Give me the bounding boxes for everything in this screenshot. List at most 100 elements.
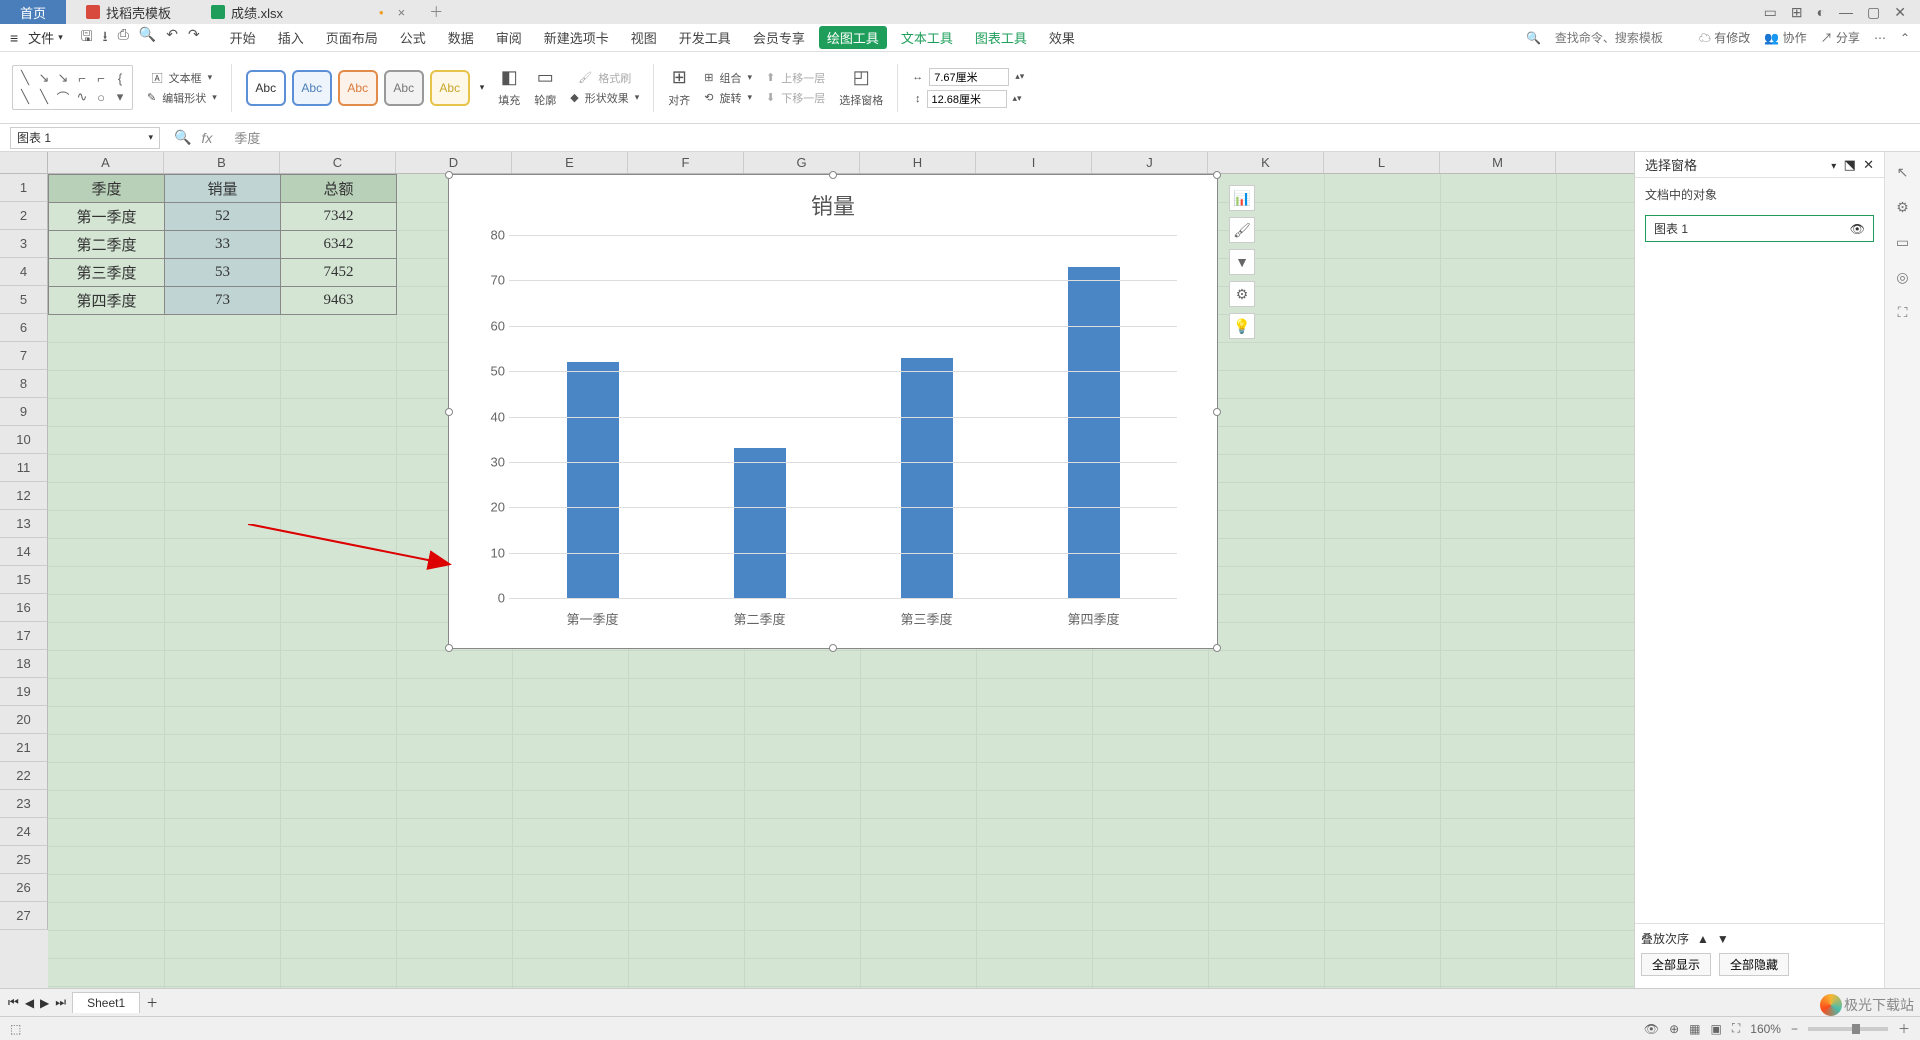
fx-icon[interactable]: fx — [201, 130, 212, 146]
tab-review[interactable]: 审阅 — [488, 26, 530, 49]
layers-strip-icon[interactable]: ▭ — [1896, 234, 1909, 251]
col-B[interactable]: B — [164, 152, 280, 173]
row-21[interactable]: 21 — [0, 734, 48, 762]
row-2[interactable]: 2 — [0, 202, 48, 230]
cloud-pending-icon[interactable]: ☁ 有修改 — [1699, 29, 1750, 46]
close-tab-icon[interactable]: × — [398, 5, 406, 20]
cell[interactable]: 7342 — [281, 203, 397, 231]
col-I[interactable]: I — [976, 152, 1092, 173]
row-6[interactable]: 6 — [0, 314, 48, 342]
textbox-button[interactable]: 文本框 — [169, 70, 202, 86]
col-J[interactable]: J — [1092, 152, 1208, 173]
row-18[interactable]: 18 — [0, 650, 48, 678]
select-tool-icon[interactable]: ↖ — [1897, 164, 1909, 181]
cell[interactable]: 52 — [165, 203, 281, 231]
collapse-ribbon-icon[interactable]: ⌃ — [1900, 31, 1910, 45]
edit-shape-icon[interactable]: ✎ — [147, 91, 156, 104]
chart-tips-icon[interactable]: 💡 — [1229, 313, 1255, 339]
column-headers[interactable]: ABCDEFGHIJKLM — [48, 152, 1634, 174]
pane-pin-icon[interactable]: ⬔ — [1844, 157, 1856, 172]
cell[interactable]: 第三季度 — [49, 259, 165, 287]
tab-member[interactable]: 会员专享 — [745, 26, 813, 49]
fx-search-icon[interactable]: 🔍 — [174, 129, 191, 146]
status-mode-icon[interactable]: ⬚ — [10, 1022, 21, 1036]
sheet-nav-prev-icon[interactable]: ◀ — [25, 996, 34, 1010]
chart-title[interactable]: 销量 — [459, 189, 1207, 221]
tab-view[interactable]: 视图 — [623, 26, 665, 49]
cell[interactable]: 第二季度 — [49, 231, 165, 259]
chart-object[interactable]: 销量 01020304050607080 第一季度第二季度第三季度第四季度 📊 … — [448, 174, 1218, 649]
minimize-icon[interactable]: — — [1839, 4, 1853, 21]
row-23[interactable]: 23 — [0, 790, 48, 818]
show-all-button[interactable]: 全部显示 — [1641, 953, 1711, 976]
apps-icon[interactable]: ⊞ — [1791, 4, 1803, 21]
row-11[interactable]: 11 — [0, 454, 48, 482]
cell[interactable]: 53 — [165, 259, 281, 287]
col-L[interactable]: L — [1324, 152, 1440, 173]
fullscreen-view-icon[interactable]: ⛶ — [1732, 1021, 1740, 1036]
titlebar-tab-home[interactable]: 首页 — [0, 0, 66, 24]
style-1[interactable]: Abc — [246, 70, 286, 106]
shape-gallery[interactable]: ╲↘↘⌐⌐{ ╲╲⌒∿○▾ — [12, 65, 133, 110]
outline-icon[interactable]: ▭ — [537, 67, 554, 88]
shape-height-input[interactable] — [927, 90, 1007, 108]
row-25[interactable]: 25 — [0, 846, 48, 874]
hamburger-icon[interactable]: ≡ — [10, 30, 18, 46]
hide-all-button[interactable]: 全部隐藏 — [1719, 953, 1789, 976]
chart-styles-icon[interactable]: 🖌 — [1229, 217, 1255, 243]
selection-pane-icon[interactable]: ◰ — [853, 67, 870, 88]
shape-width-input[interactable] — [929, 68, 1009, 86]
redo-icon[interactable]: ↷ — [188, 26, 200, 50]
row-headers[interactable]: 1234567891011121314151617181920212223242… — [0, 174, 48, 988]
bar-3[interactable] — [1068, 267, 1120, 598]
rotate-icon[interactable]: ⟲ — [704, 91, 713, 104]
tab-chart-tools[interactable]: 图表工具 — [967, 26, 1035, 49]
close-window-icon[interactable]: ✕ — [1894, 4, 1906, 21]
spreadsheet-grid[interactable]: ABCDEFGHIJKLM 12345678910111213141516171… — [0, 152, 1634, 988]
expand-strip-icon[interactable]: ⛶ — [1898, 304, 1908, 321]
group-button[interactable]: 组合 — [720, 70, 742, 86]
col-G[interactable]: G — [744, 152, 860, 173]
tab-drawing-tools[interactable]: 绘图工具 — [819, 26, 887, 49]
zoom-slider[interactable] — [1808, 1027, 1888, 1031]
share-button[interactable]: ↗ 分享 — [1821, 29, 1860, 46]
row-1[interactable]: 1 — [0, 174, 48, 202]
cell[interactable]: 6342 — [281, 231, 397, 259]
chart-filter-icon[interactable]: ▼ — [1229, 249, 1255, 275]
selection-pane-button[interactable]: 选择窗格 — [839, 92, 883, 108]
row-16[interactable]: 16 — [0, 594, 48, 622]
tab-layout[interactable]: 页面布局 — [318, 26, 386, 49]
cell[interactable]: 9463 — [281, 287, 397, 315]
coop-button[interactable]: 👥 协作 — [1764, 29, 1806, 46]
name-box[interactable]: 图表 1▾ — [10, 127, 160, 149]
more-icon[interactable]: ⋯ — [1874, 31, 1886, 45]
row-12[interactable]: 12 — [0, 482, 48, 510]
bar-2[interactable] — [901, 358, 953, 598]
row-24[interactable]: 24 — [0, 818, 48, 846]
row-22[interactable]: 22 — [0, 762, 48, 790]
cell[interactable]: 33 — [165, 231, 281, 259]
titlebar-tab-file[interactable]: 成绩.xlsx • × — [191, 0, 425, 24]
move-up-icon[interactable]: ▲ — [1697, 932, 1709, 946]
textbox-icon[interactable]: 🄰 — [152, 70, 163, 86]
row-9[interactable]: 9 — [0, 398, 48, 426]
bar-1[interactable] — [734, 448, 786, 598]
command-search[interactable] — [1555, 31, 1685, 45]
titlebar-tab-templates[interactable]: 找稻壳模板 — [66, 0, 191, 24]
print-icon[interactable]: ⎙ — [118, 26, 129, 50]
settings-strip-icon[interactable]: ⚙ — [1896, 199, 1909, 216]
sheet-tab[interactable]: Sheet1 — [72, 992, 140, 1013]
row-19[interactable]: 19 — [0, 678, 48, 706]
tab-effect[interactable]: 效果 — [1041, 26, 1083, 49]
object-item-chart[interactable]: 图表 1 👁 — [1645, 215, 1874, 242]
cell[interactable]: 第一季度 — [49, 203, 165, 231]
chart-settings-icon[interactable]: ⚙ — [1229, 281, 1255, 307]
fill-icon[interactable]: ◧ — [501, 67, 518, 88]
align-icon[interactable]: ⊞ — [672, 67, 687, 88]
cell[interactable]: 73 — [165, 287, 281, 315]
col-F[interactable]: F — [628, 152, 744, 173]
location-strip-icon[interactable]: ◎ — [1896, 269, 1908, 286]
row-4[interactable]: 4 — [0, 258, 48, 286]
bar-0[interactable] — [567, 362, 619, 598]
group-icon[interactable]: ⊞ — [704, 71, 713, 84]
